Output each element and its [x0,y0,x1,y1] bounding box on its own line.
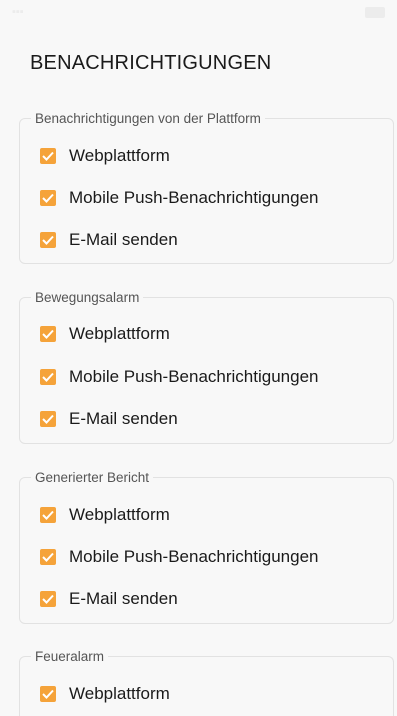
option-label: Mobile Push-Benachrichtigungen [69,367,319,386]
checkbox[interactable] [40,190,56,206]
group-legend: Feueralarm [31,648,109,666]
checkbox[interactable] [40,507,56,523]
status-bar: ▪▪▪ [0,0,397,24]
option-email[interactable]: E-Mail senden [40,586,178,612]
checkbox[interactable] [40,148,56,164]
signal-icon: ▪▪▪ [12,6,24,18]
notification-group-movement: Bewegungsalarm Webplattform Mobile Push-… [19,289,394,444]
checkbox[interactable] [40,232,56,248]
option-label: Mobile Push-Benachrichtigungen [69,188,319,207]
option-label: E-Mail senden [69,409,178,428]
status-left: ▪▪▪ [12,6,24,18]
notification-group-report: Generierter Bericht Webplattform Mobile … [19,469,394,624]
option-webplattform[interactable]: Webplattform [40,143,170,169]
checkmark-icon [42,510,54,520]
notification-group-platform: Benachrichtigungen von der Plattform Web… [19,110,394,264]
checkmark-icon [42,193,54,203]
option-webplattform[interactable]: Webplattform [40,321,170,347]
option-label: E-Mail senden [69,230,178,249]
checkbox[interactable] [40,369,56,385]
checkmark-icon [42,235,54,245]
group-legend: Generierter Bericht [31,469,154,487]
checkmark-icon [42,414,54,424]
option-mobile-push[interactable]: Mobile Push-Benachrichtigungen [40,544,319,570]
checkbox[interactable] [40,411,56,427]
option-label: Mobile Push-Benachrichtigungen [69,547,319,566]
option-webplattform[interactable]: Webplattform [40,681,170,707]
checkmark-icon [42,594,54,604]
option-label: E-Mail senden [69,589,178,608]
checkmark-icon [42,329,54,339]
checkmark-icon [42,552,54,562]
checkbox[interactable] [40,326,56,342]
checkbox[interactable] [40,591,56,607]
option-label: Webplattform [69,684,170,703]
checkmark-icon [42,372,54,382]
group-legend: Bewegungsalarm [31,289,144,307]
option-label: Webplattform [69,324,170,343]
page-title: BENACHRICHTIGUNGEN [30,52,272,74]
option-email[interactable]: E-Mail senden [40,406,178,432]
group-legend: Benachrichtigungen von der Plattform [31,110,265,128]
option-label: Webplattform [69,146,170,165]
checkmark-icon [42,689,54,699]
option-email[interactable]: E-Mail senden [40,227,178,253]
option-label: Webplattform [69,505,170,524]
option-mobile-push[interactable]: Mobile Push-Benachrichtigungen [40,364,319,390]
option-mobile-push[interactable]: Mobile Push-Benachrichtigungen [40,185,319,211]
checkbox[interactable] [40,549,56,565]
battery-icon [365,6,385,18]
checkmark-icon [42,151,54,161]
notification-group-fire: Feueralarm Webplattform [19,648,394,716]
checkbox[interactable] [40,686,56,702]
option-webplattform[interactable]: Webplattform [40,502,170,528]
